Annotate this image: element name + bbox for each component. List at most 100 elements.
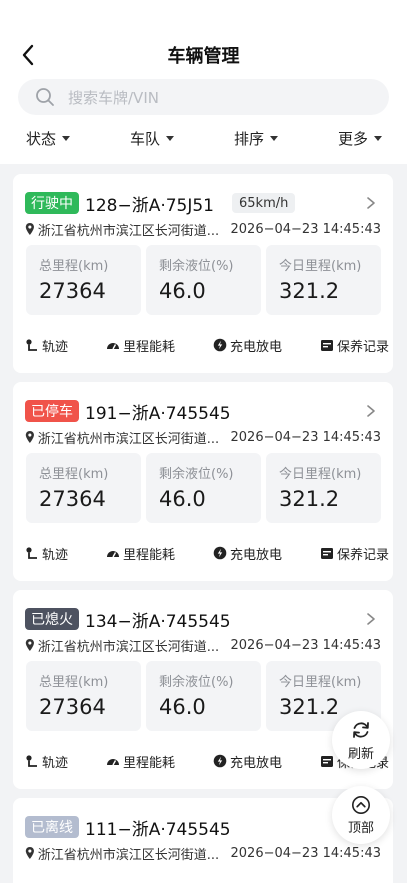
plate-number: 191−浙A·745545: [85, 403, 231, 424]
plate-number: 134−浙A·745545: [85, 611, 231, 632]
maintain-button[interactable]: 保养记录: [320, 336, 389, 355]
location-pin-icon: [25, 638, 34, 652]
stat-today-mileage: 今日里程(km) 321.2: [266, 453, 381, 523]
plate-number: 128−浙A·75J51: [85, 195, 215, 216]
filter-team[interactable]: 车队: [130, 124, 175, 152]
stats-row: 总里程(km) 27364 剩余液位(%) 46.0 今日里程(km) 321.2: [26, 661, 381, 731]
track-button[interactable]: 轨迹: [25, 336, 68, 355]
stat-label: 今日里程(km): [279, 675, 362, 690]
back-to-top-button[interactable]: 顶部: [332, 786, 390, 844]
stat-value: 27364: [39, 487, 106, 511]
location-row: 浙江省杭州市滨江区长河街道... 2026−04−23 14:45:43: [25, 427, 381, 447]
location-pin-icon: [25, 222, 34, 236]
stats-row: 总里程(km) 27364 剩余液位(%) 46.0 今日里程(km) 321.2: [26, 245, 381, 315]
route-icon: [26, 547, 37, 559]
address-text: 浙江省杭州市滨江区长河街道...: [37, 639, 220, 655]
filter-bar: 状态 车队 排序 更多: [0, 124, 407, 152]
energy-button[interactable]: 里程能耗: [106, 336, 175, 355]
search-icon: [34, 86, 56, 108]
speedometer-icon: [106, 343, 119, 350]
stat-today-mileage: 今日里程(km) 321.2: [266, 245, 381, 315]
caret-down-icon: [374, 135, 383, 141]
energy-button[interactable]: 里程能耗: [106, 544, 175, 563]
stat-value: 46.0: [159, 487, 206, 511]
energy-button[interactable]: 里程能耗: [106, 752, 175, 771]
filter-status[interactable]: 状态: [26, 124, 71, 152]
charge-button[interactable]: 充电放电: [213, 752, 282, 771]
stat-label: 总里程(km): [39, 467, 109, 482]
caret-down-icon: [166, 135, 175, 141]
location-row: 浙江省杭州市滨江区长河街道... 2026−04−23 14:45:43: [25, 635, 381, 655]
search-bar[interactable]: 搜索车牌/VIN: [18, 79, 389, 115]
lightning-icon: [213, 754, 227, 768]
stat-value: 321.2: [279, 695, 340, 719]
chevron-right-icon[interactable]: [365, 612, 377, 626]
vehicle-card[interactable]: 已熄火 134−浙A·745545 浙江省杭州市滨江区长河街道... 2026−…: [13, 590, 393, 789]
timestamp: 2026−04−23 14:45:43: [230, 429, 381, 445]
route-icon: [26, 339, 37, 351]
location-pin-icon: [25, 846, 34, 860]
page-title: 车辆管理: [167, 46, 240, 67]
vehicle-card[interactable]: 行驶中 128−浙A·75J51 65km/h 浙江省杭州市滨江区长河街道...…: [13, 174, 393, 373]
action-label: 充电放电: [229, 339, 282, 355]
route-icon: [26, 755, 37, 767]
location-row: 浙江省杭州市滨江区长河街道... 2026−04−23 14:45:43: [25, 843, 381, 863]
stat-fluid-level: 剩余液位(%) 46.0: [146, 453, 261, 523]
filter-label: 排序: [234, 129, 265, 148]
location-pin-icon: [25, 430, 34, 444]
timestamp: 2026−04−23 14:45:43: [230, 845, 381, 861]
stat-value: 27364: [39, 695, 106, 719]
stat-value: 46.0: [159, 279, 206, 303]
filter-label: 状态: [26, 129, 57, 148]
filter-more[interactable]: 更多: [338, 124, 383, 152]
stat-value: 321.2: [279, 279, 340, 303]
status-badge: 已离线: [25, 816, 79, 838]
speed-badge: 65km/h: [232, 193, 296, 213]
stat-total-mileage: 总里程(km) 27364: [26, 661, 141, 731]
stat-label: 今日里程(km): [279, 467, 362, 482]
action-label: 里程能耗: [122, 755, 175, 771]
charge-button[interactable]: 充电放电: [213, 544, 282, 563]
action-label: 保养记录: [336, 547, 389, 563]
chevron-right-icon[interactable]: [365, 196, 377, 210]
caret-down-icon: [270, 135, 279, 141]
stat-label: 总里程(km): [39, 675, 109, 690]
action-row: 轨迹 里程能耗 充电放电 保养记录: [25, 334, 389, 356]
address-text: 浙江省杭州市滨江区长河街道...: [37, 223, 220, 239]
maintenance-record-icon: [320, 340, 333, 351]
track-button[interactable]: 轨迹: [25, 544, 68, 563]
lightning-icon: [213, 338, 227, 352]
lightning-icon: [213, 546, 227, 560]
action-label: 里程能耗: [122, 339, 175, 355]
chevron-right-icon[interactable]: [365, 404, 377, 418]
plate-number: 111−浙A·745545: [85, 819, 231, 840]
vehicle-card[interactable]: 已停车 191−浙A·745545 浙江省杭州市滨江区长河街道... 2026−…: [13, 382, 393, 581]
action-label: 保养记录: [336, 339, 389, 355]
caret-down-icon: [62, 135, 71, 141]
action-label: 充电放电: [229, 547, 282, 563]
filter-label: 更多: [338, 129, 369, 148]
search-input[interactable]: 搜索车牌/VIN: [68, 87, 159, 108]
action-label: 轨迹: [42, 339, 69, 355]
status-badge: 行驶中: [25, 192, 79, 214]
timestamp: 2026−04−23 14:45:43: [230, 221, 381, 237]
action-label: 轨迹: [42, 755, 69, 771]
status-badge: 已停车: [25, 400, 79, 422]
stat-label: 剩余液位(%): [159, 467, 234, 482]
action-row: 轨迹 里程能耗 充电放电 保养记录: [25, 542, 389, 564]
location-row: 浙江省杭州市滨江区长河街道... 2026−04−23 14:45:43: [25, 219, 381, 239]
refresh-icon: [353, 721, 369, 738]
maintain-button[interactable]: 保养记录: [320, 544, 389, 563]
card-header: 行驶中 128−浙A·75J51 65km/h: [25, 190, 381, 216]
status-badge: 已熄火: [25, 608, 79, 630]
track-button[interactable]: 轨迹: [25, 752, 68, 771]
speedometer-icon: [106, 759, 119, 766]
stat-label: 总里程(km): [39, 259, 109, 274]
charge-button[interactable]: 充电放电: [213, 336, 282, 355]
address-text: 浙江省杭州市滨江区长河街道...: [37, 431, 220, 447]
filter-sort[interactable]: 排序: [234, 124, 279, 152]
maintenance-record-icon: [320, 548, 333, 559]
card-header: 已离线 111−浙A·745545: [25, 814, 381, 840]
refresh-button[interactable]: 刷新: [332, 711, 390, 769]
stat-label: 剩余液位(%): [159, 675, 234, 690]
